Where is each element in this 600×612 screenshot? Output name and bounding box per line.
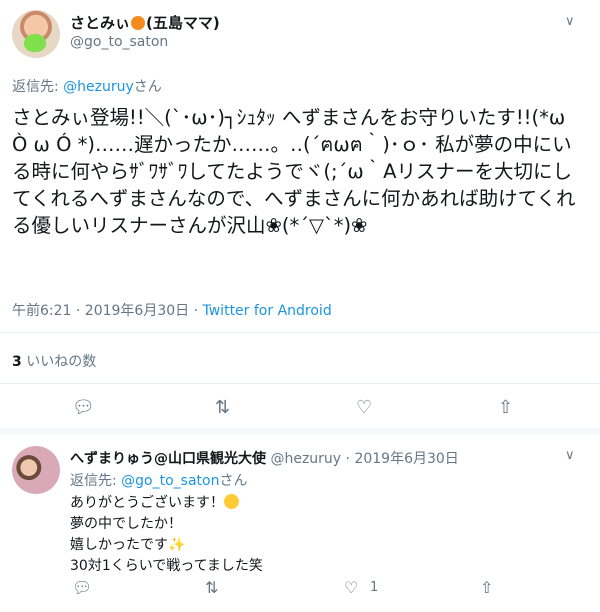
divider (0, 383, 600, 384)
tweet-time[interactable]: 午前6:21 · 2019年6月30日 · (12, 303, 203, 319)
retweet-icon[interactable]: ⇅ (215, 398, 230, 418)
reply-icon[interactable]: 💬︎ (72, 578, 92, 597)
orange-emoji-icon (131, 16, 146, 30)
reply-dot-separator: · (341, 451, 355, 467)
share-icon[interactable]: ⇧ (480, 578, 493, 597)
reply-to-line: 返信先: @go_to_satonさん (70, 470, 247, 490)
grinning-emoji-icon (224, 494, 239, 509)
divider (0, 332, 600, 333)
reply-to-handle-link[interactable]: @hezuruy (63, 79, 134, 95)
reply-author-handle[interactable]: @hezuruy (270, 451, 341, 467)
reply-date[interactable]: 2019年6月30日 (354, 451, 458, 467)
tweet-actions: 💬︎ ⇅ ♡ ⇧ (0, 398, 600, 422)
reply-avatar[interactable] (12, 446, 60, 494)
heart-icon[interactable]: ♡ (356, 398, 372, 418)
reply-line-1: ありがとうございます！ (70, 495, 224, 511)
section-separator (0, 428, 600, 434)
heart-icon[interactable]: ♡ (344, 578, 358, 597)
reply-to-prefix: 返信先: (12, 79, 64, 95)
chevron-down-icon[interactable]: ∨ (565, 448, 575, 463)
reply-line: 夢の中でしたか！ (70, 516, 182, 532)
tweet-client-link[interactable]: Twitter for Android (203, 303, 332, 319)
reply-likes-count: 1 (370, 580, 379, 595)
tweet-text: さとみぃ登場!!＼(`･ω･)┐ｼｭﾀｯ へずまさんをお守りいたす!!(*ω Ò… (12, 106, 576, 237)
sparkles-emoji-icon: ✨ (168, 537, 186, 553)
reply-author-name[interactable]: へずまりゅう@山口県観光大使 (70, 451, 266, 467)
author-name[interactable]: さとみぃ (五島ママ) (70, 12, 220, 33)
reply-line: 30対1くらいで戦ってました笑 (70, 558, 263, 574)
avatar-heart-decoration (24, 34, 46, 52)
likes-count: 3 (12, 354, 22, 370)
chevron-down-icon[interactable]: ∨ (565, 14, 575, 29)
tweet-meta: 午前6:21 · 2019年6月30日 · Twitter for Androi… (12, 300, 332, 320)
author-handle[interactable]: @go_to_saton (70, 34, 168, 50)
reply-to-handle-link[interactable]: @go_to_saton (121, 473, 219, 489)
author-name-suffix: (五島ママ) (146, 14, 220, 32)
reply-line: ありがとうございます！ (70, 493, 263, 514)
reply-to-suffix: さん (219, 473, 248, 489)
reply-to-suffix: さん (133, 79, 162, 95)
reply-icon[interactable]: 💬︎ (72, 398, 95, 418)
reply-actions: 💬︎ ⇅ ♡ 1 ⇧ (0, 578, 600, 600)
reply-text: ありがとうございます！ 夢の中でしたか！ 嬉しかったです✨ 30対1くらいで戦っ… (70, 493, 263, 577)
reply-to-line: 返信先: @hezuruyさん (12, 76, 162, 96)
retweet-icon[interactable]: ⇅ (205, 578, 218, 597)
likes-label: いいねの数 (21, 354, 97, 370)
share-icon[interactable]: ⇧ (498, 398, 513, 418)
reply-line: 嬉しかったです✨ (70, 535, 263, 556)
avatar[interactable] (12, 10, 60, 58)
reply-to-prefix: 返信先: (70, 473, 122, 489)
reply-line-3: 嬉しかったです (70, 537, 168, 553)
likes-count-line[interactable]: 3 いいねの数 (12, 351, 96, 371)
author-name-text: さとみぃ (70, 14, 131, 32)
reply-header: へずまりゅう@山口県観光大使 @hezuruy · 2019年6月30日 (70, 448, 459, 468)
